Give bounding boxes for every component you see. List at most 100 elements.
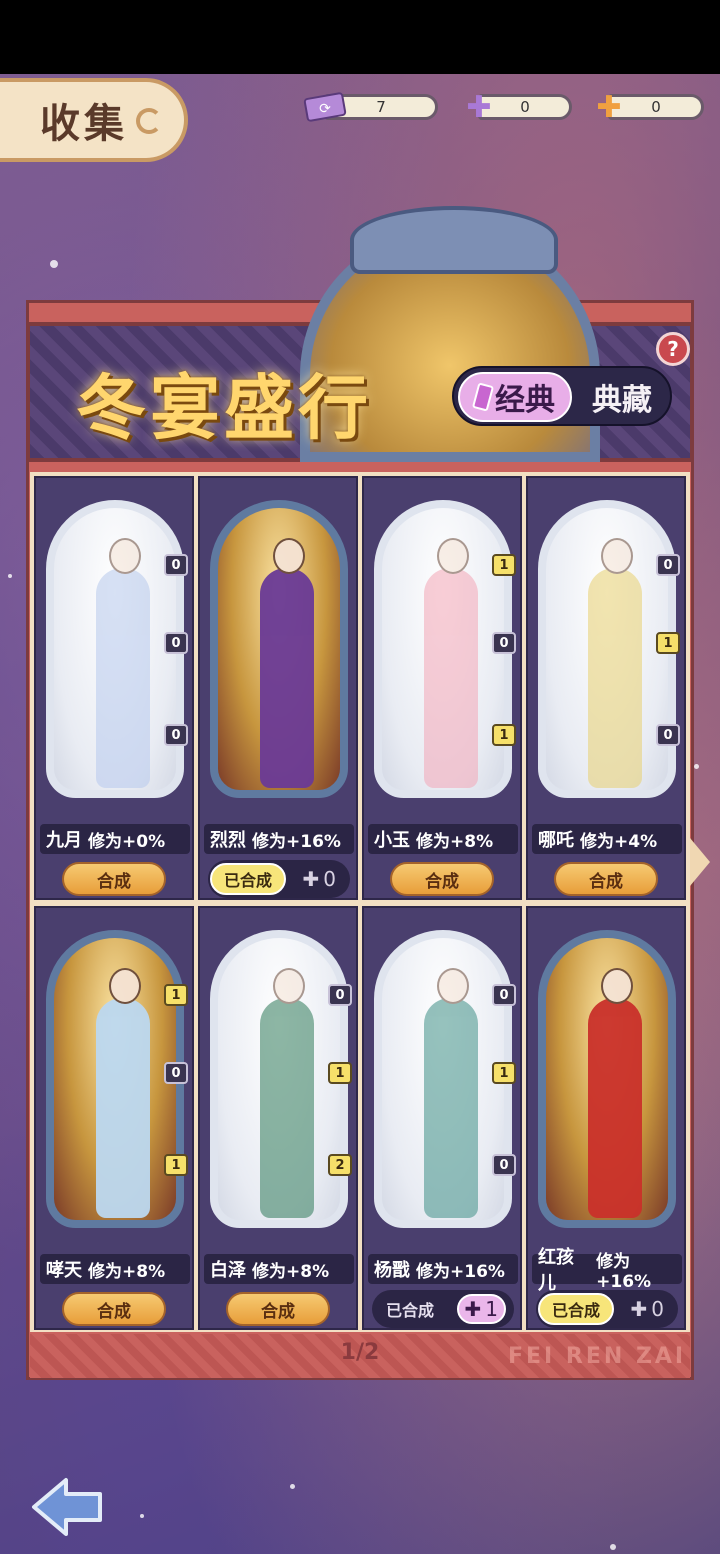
status-bar	[0, 0, 720, 74]
puzzle-piece-icon: ✚	[302, 867, 320, 891]
cultivation-bonus: 修为+0%	[88, 831, 166, 852]
display-frame	[210, 500, 348, 798]
fragment-count-badge: 1	[164, 1154, 188, 1176]
fragment-count-badge: 0	[656, 724, 680, 746]
merged-status-row: 已合成 ✚ 0	[536, 1290, 678, 1328]
fragment-count-badge: 0	[164, 632, 188, 654]
card-info-strip: 九月 修为+0%	[40, 824, 190, 854]
fragment-count-badge: 1	[328, 1062, 352, 1084]
purple-puzzle-icon: ✚	[466, 89, 492, 125]
fragment-count-badge: 0	[164, 554, 188, 576]
merged-status-row: 已合成 ✚ 0	[208, 860, 350, 898]
character-figure	[260, 538, 314, 788]
ticket-icon: ⟳	[302, 88, 348, 126]
character-name: 烈烈	[210, 830, 246, 851]
fragment-count-badge: 0	[164, 1062, 188, 1084]
display-frame	[538, 930, 676, 1228]
puzzle-count[interactable]: ✚ 0	[297, 864, 343, 894]
fragment-count-badge: 0	[656, 554, 680, 576]
fragment-count-badge: 0	[492, 632, 516, 654]
merge-button[interactable]: 合成	[62, 1292, 166, 1326]
orange-puzzle-icon: ✚	[596, 89, 622, 125]
character-card[interactable]: 0 1 0 哪吒 修为+4% 合成	[526, 476, 686, 900]
cultivation-bonus: 修为+8%	[252, 1261, 330, 1282]
back-arrow-icon	[32, 1478, 102, 1536]
merged-status-row: 已合成 ✚ 1	[372, 1290, 514, 1328]
character-figure	[588, 968, 642, 1218]
character-name: 白泽	[210, 1260, 246, 1281]
merged-badge: 已合成	[210, 863, 287, 895]
fragment-count-badge: 1	[656, 632, 680, 654]
card-info-strip: 杨戬 修为+16%	[368, 1254, 518, 1284]
character-name: 小玉	[374, 830, 410, 851]
svg-text:⟳: ⟳	[319, 101, 331, 117]
currency-tickets[interactable]: ⟳ 7	[302, 92, 438, 122]
card-info-strip: 哮天 修为+8%	[40, 1254, 190, 1284]
character-name: 杨戬	[374, 1260, 410, 1281]
merge-button[interactable]: 合成	[554, 862, 658, 896]
fragment-count-badge: 0	[164, 724, 188, 746]
puzzle-count-value: 0	[323, 867, 336, 891]
fragment-count-badge: 1	[164, 984, 188, 1006]
character-name: 哪吒	[538, 830, 574, 851]
puzzle-count-value: 1	[485, 1297, 498, 1321]
puzzle-count[interactable]: ✚ 0	[625, 1294, 671, 1324]
character-name: 九月	[46, 830, 82, 851]
character-name: 哮天	[46, 1260, 82, 1281]
merged-badge: 已合成	[538, 1293, 615, 1325]
fragment-count-badge: 0	[492, 984, 516, 1006]
fragment-count-badge: 0	[328, 984, 352, 1006]
puzzle-piece-icon: ✚	[630, 1297, 648, 1321]
page-title: 收集	[40, 101, 128, 147]
character-figure	[424, 538, 478, 788]
next-page-arrow-icon[interactable]	[690, 838, 710, 886]
character-card[interactable]: 红孩儿 修为+16% 已合成 ✚ 0	[526, 906, 686, 1330]
character-name: 红孩儿	[538, 1247, 574, 1294]
card-info-strip: 小玉 修为+8%	[368, 824, 518, 854]
tab-classic[interactable]: 经典	[458, 372, 572, 422]
card-info-strip: 白泽 修为+8%	[204, 1254, 354, 1284]
merge-button[interactable]: 合成	[62, 862, 166, 896]
help-button[interactable]: ?	[656, 332, 690, 366]
merge-button[interactable]: 合成	[390, 862, 494, 896]
card-info-strip: 烈烈 修为+16%	[204, 824, 354, 854]
card-info-strip: 红孩儿 修为+16%	[532, 1247, 682, 1294]
character-card[interactable]: 0 0 0 九月 修为+0% 合成	[34, 476, 194, 900]
merged-badge: 已合成	[386, 1301, 435, 1320]
cultivation-bonus: 修为+16%	[252, 831, 341, 852]
swirl-ornament-icon	[136, 108, 162, 134]
character-card[interactable]: 1 0 1 哮天 修为+8% 合成	[34, 906, 194, 1330]
character-card[interactable]: 0 1 0 杨戬 修为+16% 已合成 ✚ 1	[362, 906, 522, 1330]
character-figure	[96, 538, 150, 788]
fragment-count-badge: 1	[492, 1062, 516, 1084]
page-title-tab: 收集	[0, 78, 188, 162]
currency-purple-puzzle[interactable]: ✚ 0	[456, 90, 572, 125]
cultivation-bonus: 修为+16%	[596, 1251, 652, 1292]
card-icon	[471, 382, 495, 412]
cultivation-bonus: 修为+4%	[580, 831, 658, 852]
watermark: FEI REN ZAI	[508, 1344, 687, 1369]
puzzle-count-value: 0	[651, 1297, 664, 1321]
character-card[interactable]: 1 0 1 小玉 修为+8% 合成	[362, 476, 522, 900]
cultivation-bonus: 修为+8%	[88, 1261, 166, 1282]
character-figure	[96, 968, 150, 1218]
character-figure	[588, 538, 642, 788]
character-figure	[260, 968, 314, 1218]
fragment-count-badge: 2	[328, 1154, 352, 1176]
event-title: 冬宴盛行	[76, 367, 372, 449]
back-button[interactable]	[30, 1474, 106, 1540]
character-card[interactable]: 0 1 2 白泽 修为+8% 合成	[198, 906, 358, 1330]
tab-classic-label: 经典	[495, 383, 555, 418]
currency-orange-puzzle[interactable]: ✚ 0	[586, 90, 704, 125]
fragment-count-badge: 0	[492, 1154, 516, 1176]
tab-collection[interactable]: 典藏	[578, 372, 666, 422]
character-card[interactable]: 烈烈 修为+16% 已合成 ✚ 0	[198, 476, 358, 900]
fragment-count-badge: 1	[492, 724, 516, 746]
puzzle-piece-icon: ✚	[464, 1297, 482, 1321]
mode-toggle: 经典 典藏	[452, 366, 672, 426]
character-figure	[424, 968, 478, 1218]
card-info-strip: 哪吒 修为+4%	[532, 824, 682, 854]
cultivation-bonus: 修为+16%	[416, 1261, 505, 1282]
puzzle-count[interactable]: ✚ 1	[456, 1294, 506, 1324]
merge-button[interactable]: 合成	[226, 1292, 330, 1326]
